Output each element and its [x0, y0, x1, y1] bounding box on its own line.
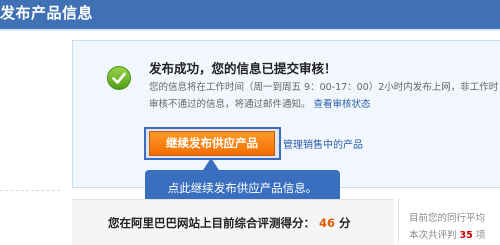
manage-selling-products-link[interactable]: 管理销售中的产品 — [283, 136, 363, 151]
evaluation-count-prefix: 本次共评判 — [409, 230, 457, 241]
peer-average-text: 目前您的同行平均 — [409, 213, 486, 224]
score-value: 46 — [319, 216, 336, 230]
success-title: 发布成功，您的信息已提交审核！ — [149, 61, 337, 76]
evaluation-count-value: 35 — [459, 230, 473, 241]
success-description: 您的信息将在工作时间（周一到周五 9：00-17：00）2小时内发布上网，非工作… — [149, 82, 499, 93]
score-label: 您在阿里巴巴网站上目前综合评测得分： — [108, 216, 315, 230]
view-review-status-link[interactable]: 查看审核状态 — [314, 99, 371, 110]
score-summary: 您在阿里巴巴网站上目前综合评测得分： 46 分 — [108, 215, 351, 231]
page-header: 发布产品信息 — [0, 0, 500, 29]
evaluation-count-suffix: 项 — [475, 230, 486, 241]
review-notice: 审核不通过的信息，将通过邮件通知。 查看审核状态 — [149, 96, 371, 110]
divider — [0, 190, 60, 191]
header-divider — [0, 29, 500, 31]
page-title: 发布产品信息 — [0, 4, 94, 22]
evaluation-count: 本次共评判 35 项 — [409, 227, 485, 241]
continue-publish-button[interactable]: 继续发布供应产品 — [149, 131, 275, 156]
score-unit: 分 — [339, 216, 351, 230]
review-notice-text: 审核不通过的信息，将通过邮件通知。 — [149, 99, 311, 110]
check-circle-icon — [107, 66, 131, 90]
tooltip-arrow — [203, 158, 219, 170]
